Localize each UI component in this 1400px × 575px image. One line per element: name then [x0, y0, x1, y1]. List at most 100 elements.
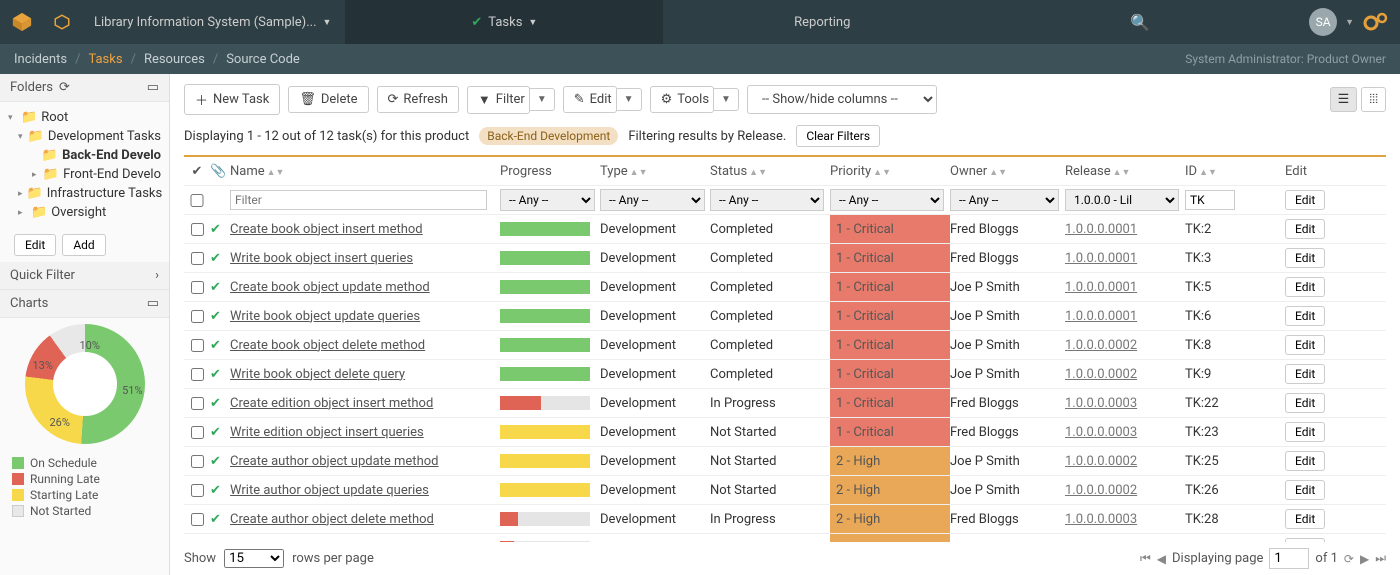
- filter-owner[interactable]: -- Any --: [950, 189, 1059, 211]
- project-selector[interactable]: Library Information System (Sample)...▼: [80, 0, 345, 44]
- row-edit-button[interactable]: Edit: [1285, 277, 1325, 297]
- page-refresh-icon[interactable]: ⟳: [1344, 552, 1354, 566]
- refresh-icon[interactable]: ⟳: [59, 80, 70, 95]
- row-edit-button[interactable]: Edit: [1285, 509, 1325, 529]
- col-id[interactable]: ID▲▼: [1185, 164, 1285, 179]
- task-name-link[interactable]: Create edition object insert method: [230, 396, 433, 411]
- task-name-link[interactable]: Create author object delete method: [230, 512, 434, 527]
- tools-dropdown[interactable]: ▼: [714, 88, 739, 111]
- col-progress[interactable]: Progress: [500, 164, 600, 179]
- row-check[interactable]: [191, 223, 204, 236]
- filter-check[interactable]: [185, 194, 210, 207]
- row-edit-button[interactable]: Edit: [1285, 364, 1325, 384]
- task-release-link[interactable]: 1.0.0.0.0001: [1065, 251, 1137, 266]
- task-name-link[interactable]: Write author object update queries: [230, 483, 429, 498]
- tree-oversight[interactable]: ▸📁Oversight: [4, 203, 165, 222]
- tools-button[interactable]: ⚙Tools: [650, 86, 714, 113]
- tree-root[interactable]: ▾📁Root: [4, 108, 165, 127]
- chevron-down-icon[interactable]: ▼: [1345, 17, 1354, 28]
- tree-frontend[interactable]: ▸📁Front-End Develo: [4, 165, 165, 184]
- tab-tasks[interactable]: ✔Tasks▼: [345, 0, 663, 44]
- folders-add-button[interactable]: Add: [62, 234, 105, 256]
- secondary-logo-icon[interactable]: [44, 13, 80, 31]
- collapse-icon[interactable]: ▭: [147, 80, 159, 95]
- task-release-link[interactable]: 1.0.0.0.0003: [1065, 396, 1137, 411]
- filter-edit-button[interactable]: Edit: [1285, 190, 1325, 210]
- collapse-icon[interactable]: ▭: [147, 296, 159, 311]
- task-release-link[interactable]: 1.0.0.0.0002: [1065, 483, 1137, 498]
- subnav-incidents[interactable]: Incidents: [14, 52, 67, 67]
- row-edit-button[interactable]: Edit: [1285, 248, 1325, 268]
- task-release-link[interactable]: 1.0.0.0.0001: [1065, 309, 1137, 324]
- task-release-link[interactable]: 1.0.0.0.0002: [1065, 454, 1137, 469]
- task-release-link[interactable]: 1.0.0.0.0003: [1065, 425, 1137, 440]
- page-input[interactable]: [1269, 548, 1309, 569]
- filter-progress[interactable]: -- Any --: [500, 189, 595, 211]
- row-check[interactable]: [191, 281, 204, 294]
- filter-id[interactable]: [1185, 190, 1235, 210]
- task-name-link[interactable]: Write book object insert queries: [230, 251, 413, 266]
- page-first-icon[interactable]: ⏮: [1140, 551, 1151, 566]
- row-edit-button[interactable]: Edit: [1285, 451, 1325, 471]
- filter-status[interactable]: -- Any --: [710, 189, 824, 211]
- row-check[interactable]: [191, 455, 204, 468]
- filter-type[interactable]: -- Any --: [600, 189, 705, 211]
- task-release-link[interactable]: 1.0.0.0.0002: [1065, 338, 1137, 353]
- list-view-icon[interactable]: ☰: [1330, 87, 1358, 112]
- charts-header[interactable]: Charts▭: [0, 290, 169, 318]
- task-release-link[interactable]: 1.0.0.0.0002: [1065, 367, 1137, 382]
- col-status[interactable]: Status▲▼: [710, 164, 830, 179]
- row-check[interactable]: [191, 339, 204, 352]
- col-priority[interactable]: Priority▲▼: [830, 164, 950, 179]
- row-edit-button[interactable]: Edit: [1285, 393, 1325, 413]
- row-edit-button[interactable]: Edit: [1285, 480, 1325, 500]
- refresh-button[interactable]: ⟳Refresh: [377, 86, 459, 113]
- row-check[interactable]: [191, 310, 204, 323]
- subnav-source[interactable]: Source Code: [226, 52, 300, 67]
- row-check[interactable]: [191, 397, 204, 410]
- subnav-resources[interactable]: Resources: [144, 52, 205, 67]
- filter-dropdown[interactable]: ▼: [530, 88, 555, 111]
- task-name-link[interactable]: Write book object delete query: [230, 367, 405, 382]
- check-all[interactable]: ✔: [184, 164, 210, 179]
- filter-priority[interactable]: -- Any --: [830, 189, 944, 211]
- settings-gear-icon[interactable]: [1362, 11, 1390, 33]
- task-name-link[interactable]: Write book object update queries: [230, 309, 420, 324]
- row-check[interactable]: [191, 426, 204, 439]
- showhide-columns[interactable]: -- Show/hide columns --: [747, 85, 937, 114]
- row-check[interactable]: [191, 252, 204, 265]
- user-avatar[interactable]: SA: [1309, 8, 1337, 36]
- tree-infra[interactable]: ▸📁Infrastructure Tasks: [4, 184, 165, 203]
- tree-dev-tasks[interactable]: ▾📁Development Tasks: [4, 127, 165, 146]
- new-task-button[interactable]: ＋New Task: [184, 84, 280, 115]
- col-name[interactable]: Name▲▼: [230, 164, 500, 179]
- page-last-icon[interactable]: ⏭: [1375, 551, 1386, 566]
- clear-filters-button[interactable]: Clear Filters: [796, 125, 880, 147]
- task-release-link[interactable]: 1.0.0.0.0001: [1065, 222, 1137, 237]
- search-button[interactable]: 🔍: [981, 0, 1299, 44]
- task-release-link[interactable]: 1.0.0.0.0001: [1065, 280, 1137, 295]
- tree-backend[interactable]: 📁Back-End Develo: [4, 146, 165, 165]
- page-next-icon[interactable]: ▶: [1360, 552, 1369, 566]
- col-release[interactable]: Release▲▼: [1065, 164, 1185, 179]
- row-check[interactable]: [191, 513, 204, 526]
- filter-release[interactable]: 1.0.0.0 - Lil: [1065, 189, 1179, 211]
- task-name-link[interactable]: Create author object update method: [230, 454, 438, 469]
- filter-name[interactable]: [230, 190, 487, 210]
- task-release-link[interactable]: 1.0.0.0.0003: [1065, 512, 1137, 527]
- attachment-icon[interactable]: 📎: [210, 164, 230, 179]
- edit-button[interactable]: ✎Edit: [563, 86, 617, 113]
- row-check[interactable]: [191, 368, 204, 381]
- task-name-link[interactable]: Create book object insert method: [230, 222, 423, 237]
- row-edit-button[interactable]: Edit: [1285, 306, 1325, 326]
- page-size[interactable]: 15: [224, 549, 284, 568]
- filter-button[interactable]: ▼Filter: [467, 86, 530, 114]
- app-logo-icon[interactable]: [0, 0, 44, 44]
- subnav-tasks[interactable]: Tasks: [88, 52, 122, 67]
- edit-dropdown[interactable]: ▼: [617, 88, 642, 111]
- folders-header[interactable]: Folders⟳▭: [0, 74, 169, 102]
- row-check[interactable]: [191, 484, 204, 497]
- delete-button[interactable]: 🗑Delete: [288, 86, 368, 113]
- task-name-link[interactable]: Create book object delete method: [230, 338, 425, 353]
- page-prev-icon[interactable]: ◀: [1157, 552, 1166, 566]
